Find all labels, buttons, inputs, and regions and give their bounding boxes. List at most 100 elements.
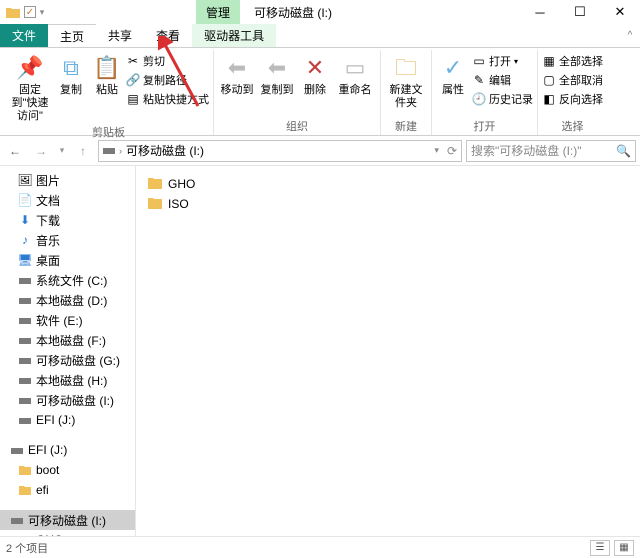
contextual-tab-header: 管理 可移动磁盘 (I:) — [196, 0, 346, 24]
ribbon: 📌 固定到"快速访问" ⧉ 复制 📋 粘贴 ✂剪切 🔗复制路径 ▤粘贴快捷方式 … — [0, 48, 640, 136]
tree-local-f[interactable]: 本地磁盘 (F:) — [0, 330, 135, 350]
cut-button[interactable]: ✂剪切 — [126, 52, 209, 70]
tree-removable-i[interactable]: 可移动磁盘 (I:) — [0, 390, 135, 410]
tree-removable-g[interactable]: 可移动磁盘 (G:) — [0, 350, 135, 370]
drive-icon — [18, 393, 32, 407]
file-item[interactable]: GHO — [148, 174, 628, 194]
history-icon: 🕘 — [472, 92, 486, 106]
downloads-icon: ⬇ — [18, 213, 32, 227]
file-item[interactable]: ISO — [148, 194, 628, 214]
folder-icon — [148, 197, 162, 212]
edit-button[interactable]: ✎编辑 — [472, 71, 533, 89]
history-button[interactable]: 🕘历史记录 — [472, 90, 533, 108]
close-button[interactable]: ✕ — [600, 0, 640, 24]
drive-icon — [18, 413, 32, 427]
search-placeholder: 搜索"可移动磁盘 (I:)" — [471, 142, 582, 159]
select-all-button[interactable]: ▦全部选择 — [542, 52, 603, 70]
pictures-icon: 🖼 — [18, 173, 32, 187]
copy-path-button[interactable]: 🔗复制路径 — [126, 71, 209, 89]
back-button[interactable]: ← — [4, 140, 26, 162]
tree-removable-i2[interactable]: 可移动磁盘 (I:) — [0, 510, 135, 530]
tab-drive-tools[interactable]: 驱动器工具 — [192, 24, 276, 47]
content-area: 🖼图片 📄文档 ⬇下载 ♪音乐 🖥桌面 系统文件 (C:) 本地磁盘 (D:) … — [0, 166, 640, 536]
music-icon: ♪ — [18, 233, 32, 247]
tree-boot[interactable]: boot — [0, 460, 135, 480]
separator: ▾ — [38, 7, 46, 18]
properties-button[interactable]: ✓ 属性 — [436, 52, 470, 97]
quick-access-toolbar: ✓ ▾ — [0, 3, 46, 21]
copy-to-button[interactable]: ⬅ 复制到 — [258, 52, 296, 97]
drive-icon — [18, 353, 32, 367]
view-details-button[interactable]: ☰ — [590, 540, 610, 556]
paste-shortcut-button[interactable]: ▤粘贴快捷方式 — [126, 90, 209, 108]
chevron-right-icon: › — [119, 146, 122, 156]
pin-label: 固定到"快速访问" — [8, 84, 52, 124]
move-to-button[interactable]: ⬅ 移动到 — [218, 52, 256, 97]
file-list[interactable]: GHO ISO — [136, 166, 640, 536]
chevron-down-icon[interactable]: ▾ — [434, 145, 439, 156]
nav-row: ← → ▾ ↑ › 可移动磁盘 (I:) ▾ ⟳ 搜索"可移动磁盘 (I:)" … — [0, 136, 640, 166]
refresh-icon[interactable]: ⟳ — [447, 144, 457, 158]
maximize-button[interactable]: ☐ — [560, 0, 600, 24]
contextual-tab-manage[interactable]: 管理 — [196, 0, 240, 24]
tree-downloads[interactable]: ⬇下载 — [0, 210, 135, 230]
drive-icon — [18, 373, 32, 387]
tree-desktop[interactable]: 🖥桌面 — [0, 250, 135, 270]
tree-gho[interactable]: GHO — [0, 530, 135, 536]
delete-icon: ✕ — [301, 54, 329, 82]
invert-selection-button[interactable]: ◧反向选择 — [542, 90, 603, 108]
tab-home[interactable]: 主页 — [48, 24, 96, 47]
view-icons-button[interactable]: ▦ — [614, 540, 634, 556]
delete-button[interactable]: ✕ 删除 — [298, 52, 332, 97]
drive-icon — [10, 513, 24, 527]
search-box[interactable]: 搜索"可移动磁盘 (I:)" 🔍 — [466, 140, 636, 162]
address-bar[interactable]: › 可移动磁盘 (I:) ▾ ⟳ — [98, 140, 462, 162]
tree-pictures[interactable]: 🖼图片 — [0, 170, 135, 190]
paste-icon: 📋 — [93, 54, 121, 82]
new-folder-label: 新建文件夹 — [385, 84, 427, 110]
scissors-icon: ✂ — [126, 54, 140, 68]
rename-button[interactable]: ▭ 重命名 — [334, 52, 376, 97]
tree-documents[interactable]: 📄文档 — [0, 190, 135, 210]
tree-local-d[interactable]: 本地磁盘 (D:) — [0, 290, 135, 310]
tree-efi[interactable]: efi — [0, 480, 135, 500]
drive-icon — [10, 443, 24, 457]
group-label-new: 新建 — [395, 118, 417, 134]
group-organize: ⬅ 移动到 ⬅ 复制到 ✕ 删除 ▭ 重命名 组织 — [214, 50, 381, 135]
breadcrumb[interactable]: 可移动磁盘 (I:) — [126, 142, 204, 159]
tree-efi-j[interactable]: EFI (J:) — [0, 410, 135, 430]
copy-button[interactable]: ⧉ 复制 — [54, 52, 88, 97]
file-name: GHO — [168, 177, 195, 191]
minimize-button[interactable]: ─ — [520, 0, 560, 24]
ribbon-minimize-icon[interactable]: ^ — [620, 24, 640, 47]
forward-button[interactable]: → — [30, 140, 52, 162]
group-clipboard: 📌 固定到"快速访问" ⧉ 复制 📋 粘贴 ✂剪切 🔗复制路径 ▤粘贴快捷方式 … — [4, 50, 214, 135]
tab-share[interactable]: 共享 — [96, 24, 144, 47]
checkbox-icon[interactable]: ✓ — [24, 6, 36, 18]
group-select: ▦全部选择 ▢全部取消 ◧反向选择 选择 — [538, 50, 607, 135]
tree-efi-j2[interactable]: EFI (J:) — [0, 440, 135, 460]
tree-software-e[interactable]: 软件 (E:) — [0, 310, 135, 330]
up-button[interactable]: ↑ — [72, 140, 94, 162]
paste-button[interactable]: 📋 粘贴 — [90, 52, 124, 97]
tab-file[interactable]: 文件 — [0, 24, 48, 47]
documents-icon: 📄 — [18, 193, 32, 207]
copy-icon: ⧉ — [57, 54, 85, 82]
tree-system-c[interactable]: 系统文件 (C:) — [0, 270, 135, 290]
properties-label: 属性 — [442, 84, 464, 97]
tree-local-h[interactable]: 本地磁盘 (H:) — [0, 370, 135, 390]
group-open: ✓ 属性 ▭打开▾ ✎编辑 🕘历史记录 打开 — [432, 50, 538, 135]
open-button[interactable]: ▭打开▾ — [472, 52, 533, 70]
select-small-stack: ▦全部选择 ▢全部取消 ◧反向选择 — [542, 52, 603, 108]
tab-view[interactable]: 查看 — [144, 24, 192, 47]
item-count: 2 个项目 — [6, 540, 48, 556]
folder-icon — [4, 3, 22, 21]
path-icon: 🔗 — [126, 73, 140, 87]
new-folder-button[interactable]: 🗀 新建文件夹 — [385, 52, 427, 110]
tree-music[interactable]: ♪音乐 — [0, 230, 135, 250]
history-dropdown[interactable]: ▾ — [56, 140, 68, 162]
window-controls: ─ ☐ ✕ — [520, 0, 640, 24]
select-none-button[interactable]: ▢全部取消 — [542, 71, 603, 89]
pin-quick-access-button[interactable]: 📌 固定到"快速访问" — [8, 52, 52, 124]
navigation-tree[interactable]: 🖼图片 📄文档 ⬇下载 ♪音乐 🖥桌面 系统文件 (C:) 本地磁盘 (D:) … — [0, 166, 136, 536]
